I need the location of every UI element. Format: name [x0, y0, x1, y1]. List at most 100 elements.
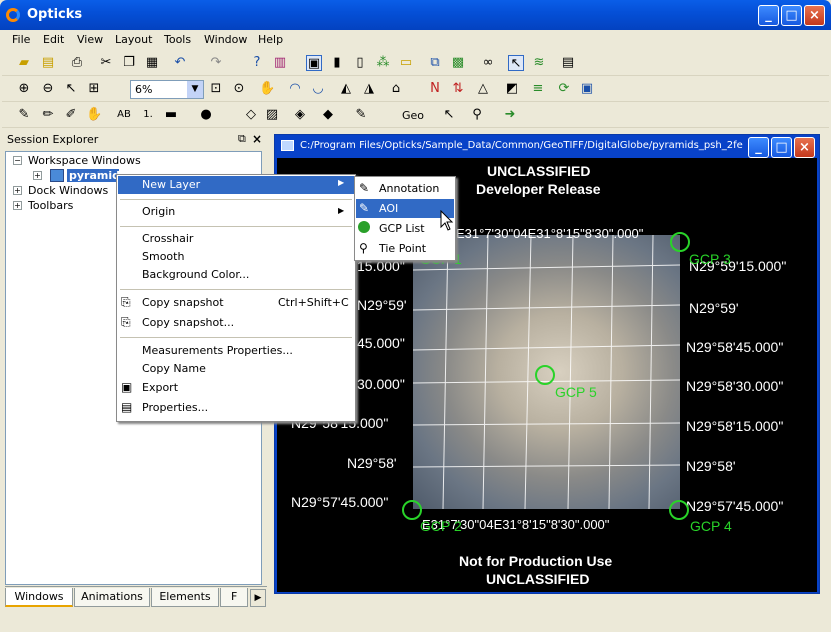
link-icon[interactable]: ∞: [480, 55, 496, 71]
tab-elements[interactable]: Elements: [151, 588, 219, 607]
zoom-combobox[interactable]: 6% ▼: [130, 80, 204, 99]
hand-icon[interactable]: ✋: [86, 107, 102, 123]
help-icon[interactable]: ?: [249, 55, 265, 71]
scroll-icon[interactable]: ▭: [398, 55, 414, 71]
menu-item-origin[interactable]: Origin: [142, 205, 175, 218]
collapse-icon[interactable]: −: [13, 156, 22, 165]
menu-help[interactable]: Help: [258, 33, 283, 46]
menu-view[interactable]: View: [77, 33, 103, 46]
copy-icon[interactable]: ❐: [121, 55, 137, 71]
menu-window[interactable]: Window: [204, 33, 247, 46]
zoom-box-icon[interactable]: ⊞: [86, 81, 102, 97]
line-style-icon[interactable]: ▬: [163, 107, 179, 123]
tree-item-dock-windows[interactable]: Dock Windows: [28, 184, 108, 197]
layers-icon[interactable]: ≋: [531, 55, 547, 71]
cut-icon[interactable]: ✂: [98, 55, 114, 71]
zoom-point-icon[interactable]: ↖: [63, 81, 79, 97]
menu-item-new-layer[interactable]: New Layer: [142, 178, 200, 191]
tab-more[interactable]: F: [220, 588, 248, 607]
shape-icon[interactable]: ◈: [292, 107, 308, 123]
pen-icon[interactable]: ✎: [16, 107, 32, 123]
submenu-item-annotation[interactable]: Annotation: [379, 182, 439, 195]
menu-edit[interactable]: Edit: [43, 33, 64, 46]
north-up-icon[interactable]: ⇅: [450, 81, 466, 97]
book-open-icon[interactable]: ▯: [352, 55, 368, 71]
rotate-icon[interactable]: ◠: [287, 81, 303, 97]
image-maximize-button[interactable]: □: [771, 137, 792, 158]
clear-icon[interactable]: ▨: [264, 107, 280, 123]
refresh-icon[interactable]: ⟳: [556, 81, 572, 97]
menu-item-properties[interactable]: Properties...: [142, 401, 208, 414]
menu-item-background-color[interactable]: Background Color...: [142, 268, 249, 281]
menu-item-export[interactable]: Export: [142, 381, 178, 394]
fill-icon[interactable]: ◆: [320, 107, 336, 123]
zoom-in-icon[interactable]: ⊕: [16, 81, 32, 97]
expand-icon[interactable]: +: [13, 201, 22, 210]
pan-hand-icon[interactable]: ✋: [259, 81, 275, 97]
gcp-marker-icon[interactable]: [670, 232, 690, 252]
contrast-icon[interactable]: ◩: [504, 81, 520, 97]
menu-item-crosshair[interactable]: Crosshair: [142, 232, 193, 245]
expand-icon[interactable]: +: [33, 171, 42, 180]
geo-label[interactable]: Geo: [402, 109, 424, 122]
menu-item-copy-name[interactable]: Copy Name: [142, 362, 206, 375]
float-icon[interactable]: ⧉: [238, 132, 246, 146]
print-icon[interactable]: ⎙: [69, 55, 85, 71]
session-explorer-icon[interactable]: ▣: [306, 55, 322, 71]
triangle-icon[interactable]: △: [475, 81, 491, 97]
menu-item-copy-snapshot[interactable]: Copy snapshot: [142, 296, 224, 309]
submenu-item-aoi[interactable]: AOI: [379, 202, 398, 215]
display-icon[interactable]: ▣: [579, 81, 595, 97]
properties-icon[interactable]: ▤: [560, 55, 576, 71]
layer-stack-icon[interactable]: ≡: [530, 81, 546, 97]
tree-item-workspace-windows[interactable]: Workspace Windows: [28, 154, 141, 167]
menu-item-smooth[interactable]: Smooth: [142, 250, 184, 263]
geo-marker-icon[interactable]: ➜: [502, 107, 518, 123]
paste-icon[interactable]: ▦: [144, 55, 160, 71]
rotate-right-icon[interactable]: ◡: [310, 81, 326, 97]
zoom-fit-icon[interactable]: ⊡: [208, 81, 224, 97]
menu-layout[interactable]: Layout: [115, 33, 152, 46]
tab-windows[interactable]: Windows: [5, 588, 73, 607]
eraser-icon[interactable]: ◇: [243, 107, 259, 123]
close-button[interactable]: ×: [804, 5, 825, 26]
book-icon[interactable]: ▥: [272, 55, 288, 71]
close-panel-icon[interactable]: ×: [252, 132, 262, 146]
flip-horizontal-icon[interactable]: ◭: [338, 81, 354, 97]
submenu-item-tie-point[interactable]: Tie Point: [379, 242, 426, 255]
flip-vertical-icon[interactable]: ◮: [361, 81, 377, 97]
expand-icon[interactable]: +: [13, 186, 22, 195]
gcp-marker-icon[interactable]: [402, 500, 422, 520]
tree-item-pyramids[interactable]: pyramids_psh_2feb: [67, 169, 119, 182]
numbering-icon[interactable]: 1.: [140, 107, 156, 123]
pencil-icon[interactable]: ✏: [40, 107, 56, 123]
maximize-button[interactable]: □: [781, 5, 802, 26]
draw-icon[interactable]: ✎: [353, 107, 369, 123]
image-minimize-button[interactable]: _: [748, 137, 769, 158]
menu-item-measurements-properties[interactable]: Measurements Properties...: [142, 344, 293, 357]
undo-icon[interactable]: ↶: [172, 55, 188, 71]
histogram-icon[interactable]: ▮: [329, 55, 345, 71]
brush-icon[interactable]: ✐: [63, 107, 79, 123]
zoom-to-fit-icon[interactable]: ⊙: [231, 81, 247, 97]
geo-pin-icon[interactable]: ⚲: [469, 107, 485, 123]
folder-icon[interactable]: ▤: [40, 55, 56, 71]
text-ab-icon[interactable]: AB: [116, 107, 132, 123]
tree-item-toolbars[interactable]: Toolbars: [28, 199, 73, 212]
point-icon[interactable]: ●: [198, 107, 214, 123]
chevron-down-icon[interactable]: ▼: [187, 81, 203, 98]
gcp-marker-icon[interactable]: [669, 500, 689, 520]
zoom-out-icon[interactable]: ⊖: [40, 81, 56, 97]
image-close-button[interactable]: ×: [794, 137, 815, 158]
windows-icon[interactable]: ⧉: [427, 55, 443, 71]
menu-tools[interactable]: Tools: [164, 33, 191, 46]
pointer-icon[interactable]: ↖: [508, 55, 524, 71]
north-arrow-icon[interactable]: N: [427, 81, 443, 97]
molecule-icon[interactable]: ⁂: [375, 55, 391, 71]
reset-icon[interactable]: ⌂: [388, 81, 404, 97]
menu-item-copy-snapshot-dialog[interactable]: Copy snapshot...: [142, 316, 234, 329]
gcp-marker-icon[interactable]: [535, 365, 555, 385]
submenu-item-gcp-list[interactable]: GCP List: [379, 222, 425, 235]
redo-icon[interactable]: ↷: [208, 55, 224, 71]
geo-pointer-icon[interactable]: ↖: [441, 107, 457, 123]
